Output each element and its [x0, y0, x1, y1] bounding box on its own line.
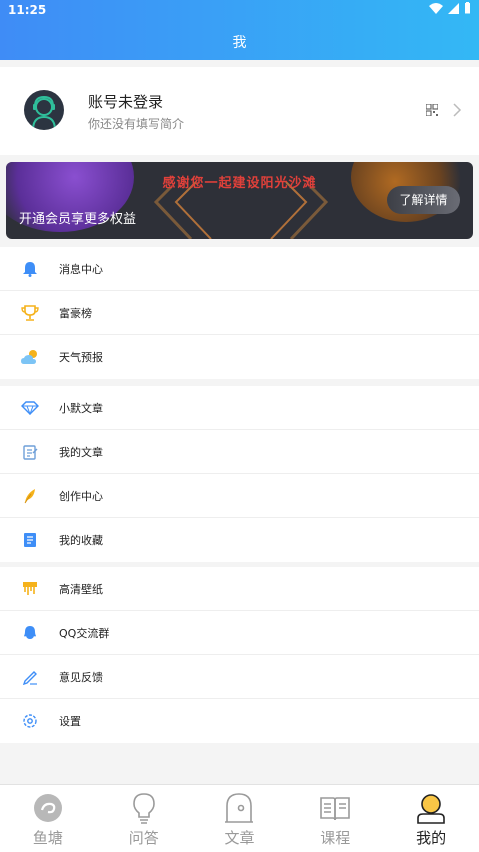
profile-icon [417, 794, 445, 824]
menu-label: 高清壁纸 [59, 582, 103, 596]
default-avatar-icon [32, 95, 56, 130]
menu-label: 意见反馈 [59, 670, 103, 684]
tab-label: 问答 [128, 829, 159, 847]
page-title: 我 [232, 35, 247, 51]
menu-label: 消息中心 [59, 262, 103, 276]
diamond-icon [20, 398, 40, 418]
profile-card[interactable]: 账号未登录 你还没有填写简介 [0, 67, 479, 155]
menu-item-favorites[interactable]: 我的收藏 [0, 518, 479, 562]
profile-name: 账号未登录 [88, 93, 164, 111]
weather-icon [20, 347, 40, 367]
menu-label: QQ交流群 [59, 626, 110, 640]
menu-label: 创作中心 [59, 489, 103, 503]
profile-subtitle: 你还没有填写简介 [88, 117, 185, 131]
bookmark-list-icon [20, 530, 40, 550]
menu-item-feedback[interactable]: 意见反馈 [0, 655, 479, 699]
menu-group-3: 高清壁纸 QQ交流群 意见反馈 设置 [0, 567, 479, 743]
menu-item-qq-group[interactable]: QQ交流群 [0, 611, 479, 655]
menu-item-leaderboard[interactable]: 富豪榜 [0, 291, 479, 335]
status-icons [429, 2, 471, 14]
trophy-icon [20, 303, 40, 323]
menu-item-messages[interactable]: 消息中心 [0, 247, 479, 291]
signal-icon [448, 2, 459, 14]
book-icon [320, 797, 351, 821]
vip-banner[interactable]: 感谢您一起建设阳光沙滩 开通会员享更多权益 了解详情 [6, 162, 473, 239]
status-time: 11:25 [8, 3, 47, 17]
menu-item-settings[interactable]: 设置 [0, 699, 479, 743]
app-header: 11:25 我 [0, 0, 479, 60]
wifi-icon [429, 2, 443, 14]
menu-item-weather[interactable]: 天气预报 [0, 335, 479, 379]
tab-mine[interactable]: 我的 [383, 785, 479, 852]
qr-code-icon[interactable] [426, 104, 438, 116]
tab-qa[interactable]: 问答 [96, 785, 192, 852]
menu-label: 设置 [59, 715, 81, 728]
menu-label: 天气预报 [59, 351, 103, 364]
tab-articles[interactable]: 文章 [192, 785, 288, 852]
tab-label: 文章 [224, 829, 255, 847]
tab-label: 课程 [320, 829, 351, 847]
avatar[interactable] [24, 90, 64, 130]
menu-item-creation-center[interactable]: 创作中心 [0, 474, 479, 518]
gear-icon [20, 711, 40, 731]
tab-label: 我的 [416, 829, 447, 847]
tab-fishpond[interactable]: 鱼塘 [0, 785, 96, 852]
tab-label: 鱼塘 [32, 829, 63, 847]
menu-label: 富豪榜 [59, 306, 92, 320]
chevron-right-icon[interactable] [452, 102, 462, 118]
menu-group-1: 消息中心 富豪榜 天气预报 [0, 247, 479, 379]
learn-more-button[interactable]: 了解详情 [387, 186, 460, 214]
battery-icon [465, 2, 470, 14]
menu-item-my-articles[interactable]: 我的文章 [0, 430, 479, 474]
menu-label: 我的收藏 [59, 534, 103, 547]
qq-icon [20, 623, 40, 643]
tab-courses[interactable]: 课程 [287, 785, 383, 852]
wallpaper-icon [20, 579, 40, 599]
pen-icon [20, 667, 40, 687]
menu-group-2: 小默文章 我的文章 创作中心 我的收藏 [0, 386, 479, 562]
bottom-tab-bar: 鱼塘 问答 文章 课程 我的 [0, 784, 479, 852]
article-icon [225, 793, 254, 823]
feather-icon [20, 486, 40, 506]
menu-item-xiaomo-articles[interactable]: 小默文章 [0, 386, 479, 430]
notes-icon [20, 442, 40, 462]
fishpond-icon [33, 794, 62, 822]
lightbulb-icon [132, 793, 155, 824]
banner-subtitle: 开通会员享更多权益 [19, 212, 137, 227]
bell-icon [20, 259, 40, 279]
menu-item-wallpaper[interactable]: 高清壁纸 [0, 567, 479, 611]
menu-label: 我的文章 [59, 445, 103, 459]
menu-label: 小默文章 [59, 401, 103, 415]
